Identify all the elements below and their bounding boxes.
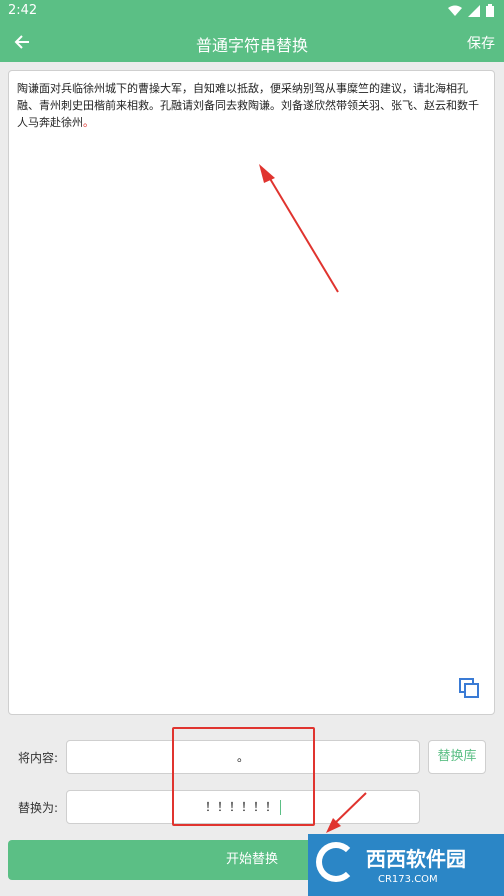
toolbar: 普通字符串替换 保存 [0, 22, 504, 62]
signal-icon [468, 4, 480, 17]
replace-label: 将内容: [18, 751, 59, 765]
source-text-highlight: 。 [83, 116, 94, 129]
watermark-title: 西西软件园 [366, 847, 466, 871]
with-label: 替换为: [18, 801, 59, 815]
wifi-icon [448, 5, 462, 16]
source-text: 陶谦面对兵临徐州城下的曹操大军，自知难以抵敌，便采纳别驾从事糜竺的建议，请北海相… [17, 80, 486, 131]
copy-icon [459, 678, 479, 698]
source-text-area[interactable]: 陶谦面对兵临徐州城下的曹操大军，自知难以抵敌，便采纳别驾从事糜竺的建议，请北海相… [8, 70, 495, 715]
watermark-subtitle: CR173.COM [378, 874, 438, 885]
status-icons [448, 4, 494, 17]
annotation-box [172, 727, 315, 826]
page-title: 普通字符串替换 [195, 36, 308, 55]
status-bar: 2:42 [0, 0, 504, 22]
status-time: 2:42 [8, 3, 38, 18]
save-button[interactable]: 保存 [467, 33, 495, 53]
watermark: 西西软件园 CR173.COM [308, 834, 504, 896]
watermark-logo [316, 842, 356, 882]
battery-icon [486, 4, 494, 17]
replace-library-button[interactable]: 替换库 [428, 740, 486, 774]
copy-button[interactable] [458, 677, 480, 699]
